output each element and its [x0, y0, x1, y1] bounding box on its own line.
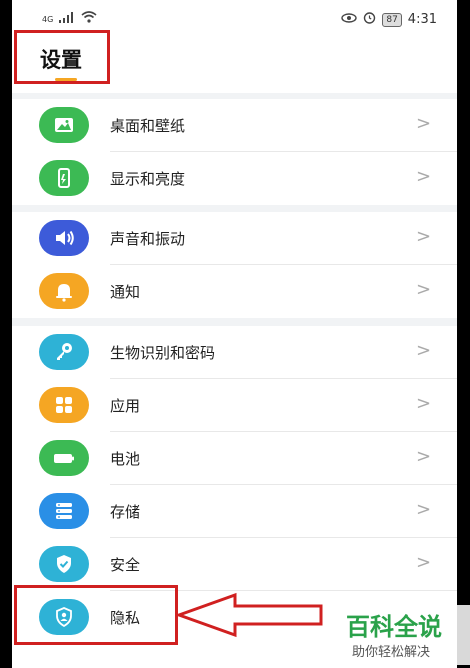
settings-item-sound[interactable]: 声音和振动 >: [12, 212, 457, 265]
settings-item-security[interactable]: 安全 >: [12, 538, 457, 591]
title-highlight-box: [14, 30, 110, 84]
watermark: 百科全说 助你轻松解决: [340, 605, 470, 665]
chevron-right-icon: >: [416, 446, 432, 467]
chevron-right-icon: >: [416, 393, 432, 414]
settings-item-label: 生物识别和密码: [110, 344, 216, 362]
battery-indicator: 87: [382, 12, 402, 27]
storage-icon: [39, 493, 89, 529]
alarm-icon: [363, 11, 376, 28]
settings-item-wallpaper[interactable]: 桌面和壁纸 >: [12, 99, 457, 152]
display-icon: [39, 160, 89, 196]
settings-item-apps[interactable]: 应用 >: [12, 379, 457, 432]
settings-item-label: 声音和振动: [110, 230, 186, 248]
battery-icon: [39, 440, 89, 476]
wifi-icon: [81, 11, 97, 27]
settings-item-label: 电池: [110, 450, 141, 468]
chevron-right-icon: >: [416, 279, 432, 300]
bell-icon: [39, 273, 89, 309]
settings-screen: 4G 87 4:31 设置 桌面和壁纸 > 显示和亮度 > 声音和振动 > 通知…: [12, 0, 457, 668]
chevron-right-icon: >: [416, 166, 432, 187]
settings-item-label: 桌面和壁纸: [110, 117, 186, 135]
settings-item-label: 安全: [110, 556, 141, 574]
pointer-arrow: [175, 592, 323, 638]
settings-item-label: 应用: [110, 397, 141, 415]
settings-item-notifications[interactable]: 通知 >: [12, 265, 457, 318]
settings-item-label: 显示和亮度: [110, 170, 186, 188]
signal-icon: [59, 11, 75, 27]
network-label: 4G: [42, 14, 54, 24]
clock-time: 4:31: [407, 12, 437, 27]
speaker-icon: [39, 220, 89, 256]
chevron-right-icon: >: [416, 113, 432, 134]
settings-item-label: 通知: [110, 283, 141, 301]
key-icon: [39, 334, 89, 370]
settings-item-label: 存储: [110, 503, 141, 521]
settings-group-display: 桌面和壁纸 > 显示和亮度 >: [12, 99, 457, 205]
settings-item-display[interactable]: 显示和亮度 >: [12, 152, 457, 205]
apps-icon: [39, 387, 89, 423]
image-icon: [39, 107, 89, 143]
settings-group-sound: 声音和振动 > 通知 >: [12, 212, 457, 318]
settings-item-biometrics[interactable]: 生物识别和密码 >: [12, 326, 457, 379]
chevron-right-icon: >: [416, 340, 432, 361]
settings-item-battery[interactable]: 电池 >: [12, 432, 457, 485]
settings-item-storage[interactable]: 存储 >: [12, 485, 457, 538]
chevron-right-icon: >: [416, 226, 432, 247]
chevron-right-icon: >: [416, 499, 432, 520]
watermark-sub: 助你轻松解决: [352, 645, 431, 660]
eye-comfort-icon: [341, 12, 358, 27]
chevron-right-icon: >: [416, 552, 432, 573]
shield-check-icon: [39, 546, 89, 582]
privacy-highlight-box: [14, 585, 178, 645]
watermark-main: 百科全说: [346, 613, 442, 641]
